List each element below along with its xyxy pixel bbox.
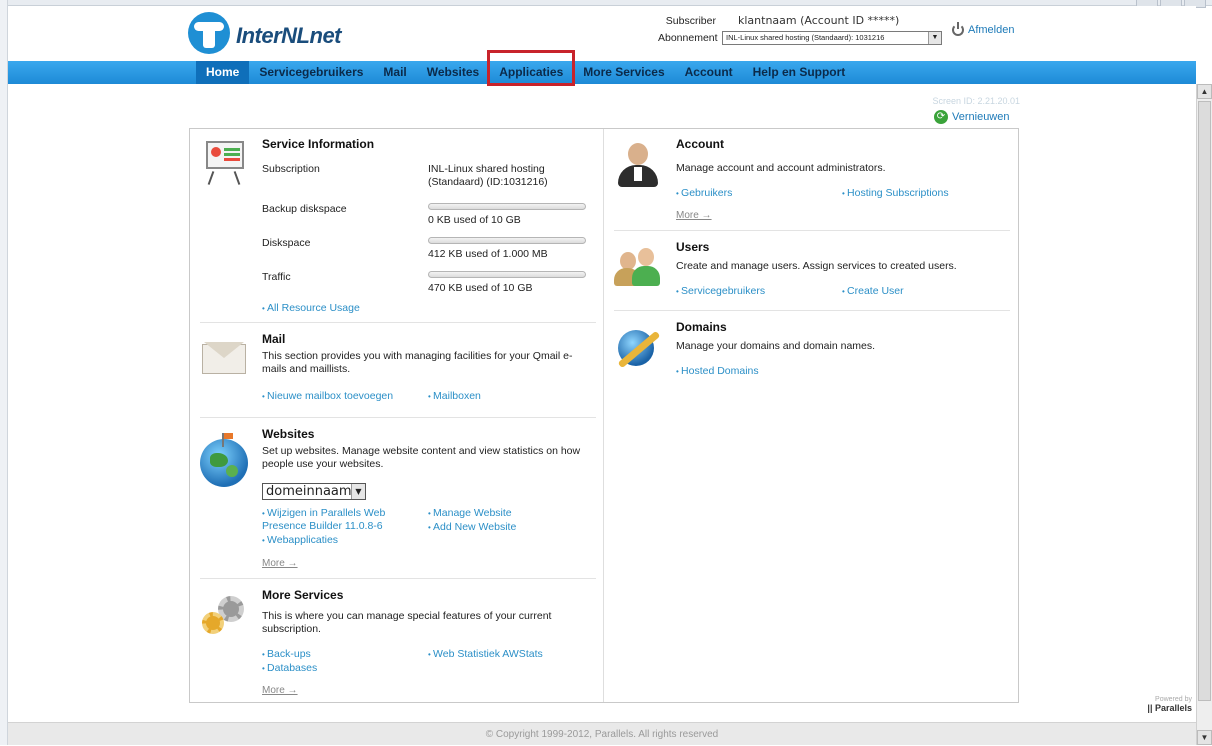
backup-value: 0 KB used of 10 GB [428, 214, 521, 226]
tab-websites[interactable]: Websites [417, 61, 489, 84]
service-information-section: Service Information Subscription INL-Lin… [200, 129, 596, 323]
page-footer: © Copyright 1999-2012, Parallels. All ri… [8, 722, 1196, 745]
hosted-domains-link[interactable]: Hosted Domains [676, 365, 759, 378]
websites-description: Set up websites. Manage website content … [262, 445, 581, 470]
tab-home[interactable]: Home [196, 61, 250, 84]
scroll-up-arrow-icon[interactable]: ▲ [1197, 84, 1212, 99]
logout-link[interactable]: Afmelden [952, 22, 1015, 36]
section-title: Mail [262, 332, 286, 346]
logo-text: InterNLnet [236, 23, 342, 48]
new-mailbox-link[interactable]: Nieuwe mailbox toevoegen [262, 390, 393, 403]
section-title: Service Information [262, 137, 375, 151]
diskspace-value: 412 KB used of 1.000 MB [428, 248, 548, 260]
refresh-icon: ⟳ [934, 110, 948, 124]
domains-section: Domains Manage your domains and domain n… [614, 312, 1010, 392]
mailboxes-link[interactable]: Mailboxen [428, 390, 481, 403]
all-resource-usage-link[interactable]: All Resource Usage [262, 302, 360, 315]
websites-section: Websites Set up websites. Manage website… [200, 419, 596, 579]
add-new-website-link[interactable]: Add New Website [428, 521, 516, 534]
backup-usage-bar [428, 203, 586, 210]
diskspace-label: Diskspace [262, 237, 311, 249]
tab-servicegebruikers[interactable]: Servicegebruikers [249, 61, 373, 84]
tab-applicaties[interactable]: Applicaties [487, 50, 576, 86]
web-presence-builder-link[interactable]: Wijzigen in Parallels Web Presence Build… [262, 507, 402, 533]
main-nav: Home Servicegebruikers Mail Websites App… [196, 50, 856, 86]
traffic-value: 470 KB used of 10 GB [428, 282, 533, 294]
tab-more-services[interactable]: More Services [573, 61, 674, 84]
power-icon [952, 22, 964, 36]
web-statistics-link[interactable]: Web Statistiek AWStats [428, 648, 543, 661]
backups-link[interactable]: Back-ups [262, 648, 311, 661]
section-title: Domains [676, 320, 727, 334]
users-icon [614, 242, 662, 290]
backup-label: Backup diskspace [262, 203, 347, 215]
subscription-select-value: INL-Linux shared hosting (Standaard): 10… [726, 33, 885, 42]
chevron-down-icon: ▼ [928, 31, 941, 44]
create-user-link[interactable]: Create User [842, 285, 904, 298]
dashboard-panel: Service Information Subscription INL-Lin… [189, 128, 1019, 703]
vertical-scrollbar[interactable]: ▲ ▼ [1196, 84, 1212, 745]
domain-select-value: domeinnaam [266, 484, 352, 499]
refresh-link[interactable]: ⟳ Vernieuwen [934, 110, 1010, 124]
parallels-brand: || Parallels [1147, 703, 1192, 713]
gears-icon [200, 590, 248, 638]
scrollbar-thumb[interactable] [1198, 101, 1211, 701]
logout-label: Afmelden [968, 24, 1015, 36]
diskspace-usage-bar [428, 237, 586, 244]
more-link[interactable]: More → [262, 685, 298, 696]
section-title: Account [676, 137, 724, 151]
more-services-description: This is where you can manage special fea… [262, 610, 552, 635]
scroll-down-arrow-icon[interactable]: ▼ [1197, 730, 1212, 745]
subscription-value: INL-Linux shared hosting (Standaard) (ID… [428, 163, 548, 188]
page-header [8, 6, 1196, 58]
users-section: Users Create and manage users. Assign se… [614, 232, 1010, 311]
more-link[interactable]: More → [262, 558, 298, 569]
domains-globe-pencil-icon [614, 322, 662, 370]
powered-by-text: Powered by [1155, 696, 1192, 703]
window-frame-left [0, 0, 8, 745]
gebruikers-link[interactable]: Gebruikers [676, 187, 732, 200]
servicegebruikers-link[interactable]: Servicegebruikers [676, 285, 765, 298]
section-title: More Services [262, 588, 344, 602]
traffic-usage-bar [428, 271, 586, 278]
section-title: Websites [262, 427, 315, 441]
left-column: Service Information Subscription INL-Lin… [190, 129, 604, 702]
domains-description: Manage your domains and domain names. [676, 340, 876, 352]
chevron-down-icon: ▼ [351, 484, 365, 499]
screen-id: Screen ID: 2.21.20.01 [932, 96, 1020, 106]
mail-description: This section provides you with managing … [262, 350, 573, 375]
account-description: Manage account and account administrator… [676, 162, 886, 174]
presentation-board-icon [200, 139, 248, 187]
subscription-select[interactable]: INL-Linux shared hosting (Standaard): 10… [722, 30, 942, 45]
section-title: Users [676, 240, 710, 254]
refresh-label: Vernieuwen [952, 111, 1010, 123]
hosting-subscriptions-link[interactable]: Hosting Subscriptions [842, 187, 949, 200]
tab-account[interactable]: Account [675, 61, 743, 84]
right-column: Account Manage account and account admin… [604, 129, 1018, 702]
account-person-icon [614, 139, 662, 187]
domain-select[interactable]: domeinnaam ▼ [262, 483, 366, 500]
webapplications-link[interactable]: Webapplicaties [262, 534, 338, 547]
brand-logo[interactable]: InterNLnet [188, 12, 388, 56]
subscriber-value: klantnaam (Account ID *****) [738, 14, 900, 27]
subscription-info: Subscriber klantnaam (Account ID *****) … [658, 12, 958, 46]
traffic-label: Traffic [262, 271, 291, 283]
subscription-label: Subscription [262, 163, 320, 175]
powered-by-badge[interactable]: Powered by || Parallels [1140, 696, 1192, 713]
mail-section: Mail This section provides you with mana… [200, 324, 596, 418]
logo-mark-icon [188, 12, 230, 54]
subscriber-label: Subscriber [665, 14, 716, 27]
main-nav-bar: Home Servicegebruikers Mail Websites App… [8, 50, 1196, 86]
globe-icon [200, 433, 248, 487]
subscription-label: Abonnement [658, 31, 718, 44]
mail-envelope-icon [200, 334, 248, 382]
tab-mail[interactable]: Mail [373, 61, 416, 84]
account-section: Account Manage account and account admin… [614, 129, 1010, 231]
more-link[interactable]: More → [676, 210, 712, 221]
tab-help-support[interactable]: Help en Support [743, 61, 856, 84]
databases-link[interactable]: Databases [262, 662, 317, 675]
more-services-section: More Services This is where you can mana… [200, 580, 596, 702]
manage-website-link[interactable]: Manage Website [428, 507, 512, 520]
users-description: Create and manage users. Assign services… [676, 260, 957, 272]
